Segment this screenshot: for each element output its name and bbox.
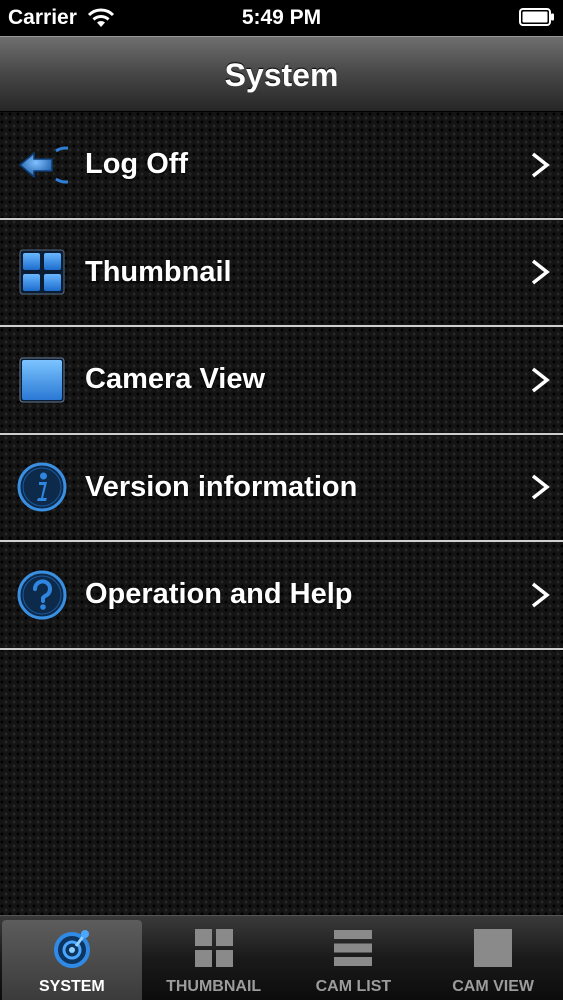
menu-item-label: Thumbnail — [85, 255, 232, 288]
status-time: 5:49 PM — [241, 6, 322, 29]
navigation-bar: System — [0, 36, 563, 112]
chevron-right-icon — [531, 259, 550, 285]
tab-label: CAM VIEW — [452, 978, 535, 995]
cam-list-icon — [334, 930, 373, 966]
system-icon — [53, 930, 90, 968]
menu-item-label: Version information — [85, 470, 358, 503]
tab-label: THUMBNAIL — [166, 978, 262, 995]
tab-label: SYSTEM — [38, 978, 105, 995]
menu-item-log-off[interactable]: Log Off — [0, 112, 563, 220]
tab-bar: SYSTEM THUMBNAIL CAM LIST CAM VIEW — [0, 915, 563, 1000]
log-off-icon — [18, 146, 68, 184]
help-icon — [17, 570, 67, 620]
chevron-right-icon — [531, 367, 550, 393]
menu-item-label: Log Off — [85, 148, 189, 181]
info-icon — [17, 462, 67, 512]
camera-view-icon — [19, 357, 65, 403]
tab-cam-list[interactable]: CAM LIST — [284, 916, 424, 1000]
battery-icon — [519, 8, 554, 26]
chevron-right-icon — [531, 474, 550, 500]
thumbnail-grid-icon — [19, 249, 65, 295]
menu-item-operation-and-help[interactable]: Operation and Help — [0, 542, 563, 650]
menu-item-camera-view[interactable]: Camera View — [0, 327, 563, 435]
menu-item-thumbnail[interactable]: Thumbnail — [0, 220, 563, 327]
thumbnail-icon — [194, 929, 233, 967]
cam-view-icon — [474, 929, 513, 967]
tab-thumbnail[interactable]: THUMBNAIL — [144, 916, 284, 1000]
chevron-right-icon — [531, 582, 550, 608]
menu-item-label: Camera View — [85, 363, 266, 396]
tab-label: CAM LIST — [315, 978, 392, 995]
menu-item-version-information[interactable]: Version information — [0, 435, 563, 542]
tab-cam-view[interactable]: CAM VIEW — [423, 916, 563, 1000]
chevron-right-icon — [531, 152, 550, 178]
menu-item-label: Operation and Help — [85, 578, 353, 611]
tab-system[interactable]: SYSTEM — [2, 920, 142, 1000]
page-title: System — [224, 57, 339, 93]
status-bar: Carrier 5:49 PM — [0, 0, 563, 36]
system-menu-panel: Log Off Thumbnail Camera View Version in… — [0, 112, 563, 915]
system-menu-list: Log Off Thumbnail Camera View Version in… — [0, 112, 563, 650]
